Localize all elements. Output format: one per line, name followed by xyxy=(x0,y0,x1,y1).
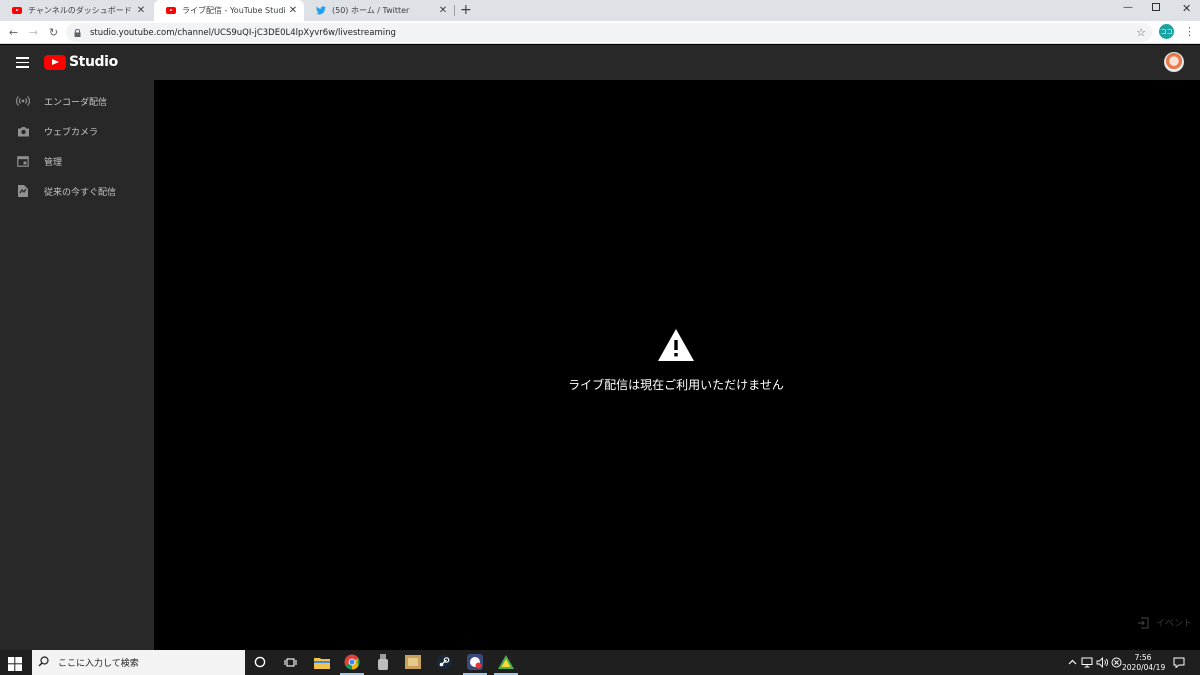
error-message: ライブ配信は現在ご利用いただけません xyxy=(568,378,784,392)
close-tab-icon[interactable]: ✕ xyxy=(286,5,300,16)
address-bar[interactable]: studio.youtube.com/channel/UCS9uQI-jC3DE… xyxy=(66,23,1152,42)
tab-twitter-home[interactable]: (50) ホーム / Twitter ✕ xyxy=(304,0,454,21)
account-avatar[interactable] xyxy=(1164,52,1184,72)
file-explorer-icon[interactable] xyxy=(314,654,330,670)
notification-icon[interactable] xyxy=(1173,656,1185,668)
taskbar-search-box[interactable]: ここに入力して検索 xyxy=(32,650,245,675)
windows-start-icon[interactable] xyxy=(8,656,22,671)
volume-icon[interactable] xyxy=(1096,656,1108,668)
status-circle-icon[interactable] xyxy=(1110,656,1122,668)
warning-icon xyxy=(657,328,695,362)
sidebar-item-manage[interactable]: 管理 xyxy=(0,146,154,176)
sidebar-item-encoder[interactable]: エンコーダ配信 xyxy=(0,86,154,116)
sidebar-item-label: ウェブカメラ xyxy=(44,127,99,138)
sidebar-item-webcam[interactable]: ウェブカメラ xyxy=(0,116,154,146)
forward-icon[interactable]: → xyxy=(25,24,42,41)
twitter-icon xyxy=(316,6,326,16)
lock-icon xyxy=(74,28,82,37)
studio-logo[interactable]: Studio xyxy=(44,54,118,70)
network-icon[interactable] xyxy=(1081,656,1093,668)
close-window-icon[interactable]: ✕ xyxy=(1182,2,1191,15)
youtube-icon xyxy=(12,6,22,16)
tab-channel-dashboard[interactable]: チャンネルのダッシュボード - YouTube ✕ xyxy=(0,0,152,21)
tray-chevron-up-icon[interactable] xyxy=(1066,656,1078,668)
hamburger-menu-icon[interactable] xyxy=(16,57,29,68)
search-placeholder: ここに入力して検索 xyxy=(58,659,139,669)
camera-icon xyxy=(16,124,30,138)
profile-avatar[interactable]: ココ xyxy=(1159,24,1174,39)
new-tab-icon[interactable]: + xyxy=(460,2,472,18)
steam-icon[interactable] xyxy=(436,654,452,670)
tab-title: (50) ホーム / Twitter xyxy=(332,6,410,15)
events-button[interactable]: イベント xyxy=(1137,616,1192,629)
bookmark-star-icon[interactable]: ☆ xyxy=(1136,26,1146,39)
tab-divider xyxy=(454,5,455,16)
close-tab-icon[interactable]: ✕ xyxy=(436,5,450,16)
classic-live-icon xyxy=(16,184,30,198)
studio-header: Studio xyxy=(0,45,1200,80)
reload-icon[interactable]: ↻ xyxy=(45,24,62,41)
browser-toolbar: ← → ↻ studio.youtube.com/channel/UCS9uQI… xyxy=(0,21,1200,44)
restore-icon[interactable] xyxy=(1152,3,1160,11)
sidebar-item-label: 従来の今すぐ配信 xyxy=(44,187,117,198)
minimize-icon[interactable]: — xyxy=(1123,2,1133,13)
events-label: イベント xyxy=(1155,619,1192,629)
clock-date: 2020/04/19 xyxy=(1122,663,1166,672)
taskbar-clock[interactable]: 7:56 2020/04/19 xyxy=(1122,653,1166,673)
menu-dots-icon[interactable]: ⋮ xyxy=(1184,25,1195,38)
search-icon xyxy=(38,655,50,670)
app-tile-icon[interactable] xyxy=(405,654,421,670)
main-content: ライブ配信は現在ご利用いただけません イベント xyxy=(154,80,1200,650)
app-triangle-icon[interactable] xyxy=(498,654,514,670)
tab-title: チャンネルのダッシュボード - YouTube xyxy=(28,6,134,15)
tab-title: ライブ配信 - YouTube Studio xyxy=(182,6,286,15)
chrome-icon[interactable] xyxy=(344,654,360,670)
clock-time: 7:56 xyxy=(1134,653,1152,662)
taskbar: ここに入力して検索 7:56 2020/04/19 xyxy=(0,650,1200,675)
logo-text: Studio xyxy=(69,54,118,70)
exit-icon xyxy=(1137,616,1149,629)
back-icon[interactable]: ← xyxy=(5,24,22,41)
task-view-icon[interactable] xyxy=(282,654,298,670)
cortana-icon[interactable] xyxy=(252,654,268,670)
tab-live-streaming[interactable]: ライブ配信 - YouTube Studio ✕ xyxy=(154,0,304,21)
url-text: studio.youtube.com/channel/UCS9uQI-jC3DE… xyxy=(90,27,396,38)
sidebar-item-classic-live[interactable]: 従来の今すぐ配信 xyxy=(0,176,154,206)
obs-icon[interactable] xyxy=(467,654,483,670)
youtube-play-icon xyxy=(44,54,66,70)
sidebar-item-label: 管理 xyxy=(44,157,63,168)
youtube-icon xyxy=(166,6,176,16)
browser-tab-strip: チャンネルのダッシュボード - YouTube ✕ ライブ配信 - YouTub… xyxy=(0,0,1200,21)
calendar-icon xyxy=(16,154,30,168)
sidebar: エンコーダ配信 ウェブカメラ 管理 従来の今すぐ配信 xyxy=(0,80,154,650)
usb-device-icon[interactable] xyxy=(375,654,391,670)
broadcast-icon xyxy=(16,94,30,108)
sidebar-item-label: エンコーダ配信 xyxy=(44,97,108,108)
close-tab-icon[interactable]: ✕ xyxy=(134,5,148,16)
